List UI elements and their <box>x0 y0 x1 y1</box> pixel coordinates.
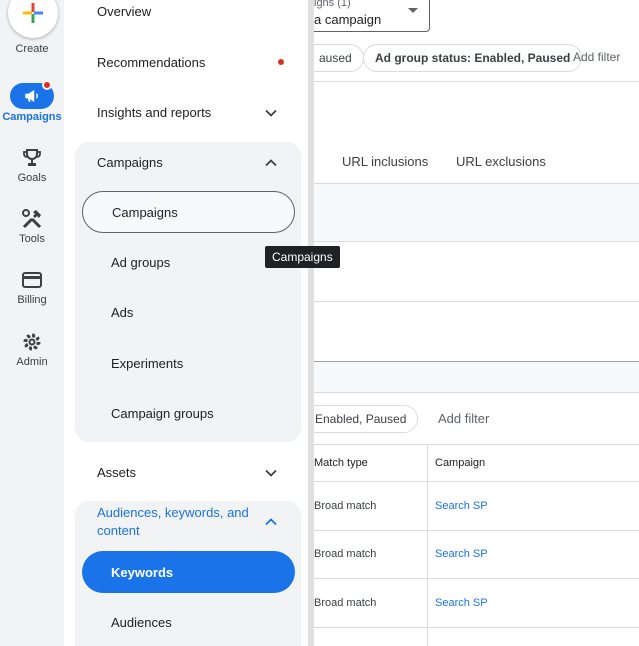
gear-icon <box>23 333 41 351</box>
tools-icon <box>22 209 42 229</box>
nav-group-audiences-header[interactable]: Audiences, keywords, and content <box>64 504 308 544</box>
chevron-down-icon <box>265 109 277 117</box>
nav-label-assets: Assets <box>97 465 137 480</box>
campaign-selector-label: igns (1) <box>314 0 351 9</box>
campaign-selector[interactable]: igns (1) a campaign <box>294 0 430 32</box>
column-header-match-type[interactable]: Match type <box>314 457 368 469</box>
nav-subitem-ads[interactable]: Ads <box>82 291 295 333</box>
nav-subitem-campaigns[interactable]: Campaigns <box>82 191 295 233</box>
left-rail: Create Campaigns Goals Tools Billing Adm… <box>0 0 64 646</box>
caret-down-icon <box>408 8 418 13</box>
nav-subitem-ad-groups[interactable]: Ad groups <box>82 241 295 283</box>
megaphone-icon <box>25 90 38 102</box>
navigation-panel: Overview Recommendations Insights and re… <box>64 0 314 646</box>
create-button[interactable] <box>8 0 58 38</box>
trophy-icon <box>23 149 41 166</box>
table-cell-match-type: Broad match <box>314 500 377 512</box>
nav-label-overview: Overview <box>97 4 152 19</box>
chevron-up-icon <box>265 518 277 526</box>
nav-subitem-keywords[interactable]: Keywords <box>82 551 295 593</box>
table-cell-campaign-link[interactable]: Search SP <box>435 500 488 512</box>
rail-label-campaigns: Campaigns <box>2 111 62 123</box>
recommendations-alert-dot <box>278 59 284 65</box>
nav-item-overview[interactable]: Overview <box>64 4 308 24</box>
chevron-down-icon <box>265 469 277 477</box>
notification-dot <box>42 80 52 90</box>
nav-label-recommendations: Recommendations <box>97 55 206 70</box>
rail-item-campaigns[interactable]: Campaigns <box>0 80 64 123</box>
nav-label-audiences-group: Audiences, keywords, and content <box>97 505 249 538</box>
create-label: Create <box>15 43 49 55</box>
nav-subitem-campaign-groups[interactable]: Campaign groups <box>82 392 295 434</box>
main-content: igns (1) a campaign aused Ad group statu… <box>294 0 639 646</box>
nav-subitem-audiences[interactable]: Audiences <box>82 601 295 643</box>
rail-label-billing: Billing <box>17 294 47 306</box>
nav-label-campaigns-group: Campaigns <box>97 155 163 170</box>
tab-url-exclusions[interactable]: URL exclusions <box>456 154 546 169</box>
rail-label-admin: Admin <box>16 356 48 368</box>
chevron-up-icon <box>265 159 277 167</box>
rail-item-goals[interactable]: Goals <box>0 146 64 184</box>
rail-item-billing[interactable]: Billing <box>0 268 64 306</box>
add-filter-button[interactable]: Add filter <box>438 411 489 426</box>
add-filter-link[interactable]: Add filter <box>573 50 620 64</box>
nav-label-insights: Insights and reports <box>97 105 212 120</box>
campaigns-tooltip: Campaigns <box>265 246 340 268</box>
rail-label-tools: Tools <box>19 233 45 245</box>
plus-icon <box>23 3 43 23</box>
nav-subitem-experiments[interactable]: Experiments <box>82 342 295 384</box>
rail-label-goals: Goals <box>17 172 47 184</box>
table-cell-campaign-link[interactable]: Search SP <box>435 548 488 560</box>
table-cell-campaign-link[interactable]: Search SP <box>435 597 488 609</box>
rail-item-tools[interactable]: Tools <box>0 207 64 245</box>
campaign-selector-value: a campaign <box>314 12 382 27</box>
tab-url-inclusions[interactable]: URL inclusions <box>342 154 428 169</box>
table-cell-match-type: Broad match <box>314 597 377 609</box>
rail-item-admin[interactable]: Admin <box>0 330 64 368</box>
nav-group-campaigns-header[interactable]: Campaigns <box>64 155 308 175</box>
nav-item-recommendations[interactable]: Recommendations <box>64 55 308 75</box>
filter-chip-ad-group-status[interactable]: Ad group status: Enabled, Paused <box>363 44 583 72</box>
credit-card-icon <box>22 272 42 288</box>
column-header-campaign[interactable]: Campaign <box>435 457 485 469</box>
nav-item-assets[interactable]: Assets <box>64 465 308 485</box>
table-cell-match-type: Broad match <box>314 548 377 560</box>
nav-item-insights-and-reports[interactable]: Insights and reports <box>64 105 308 125</box>
